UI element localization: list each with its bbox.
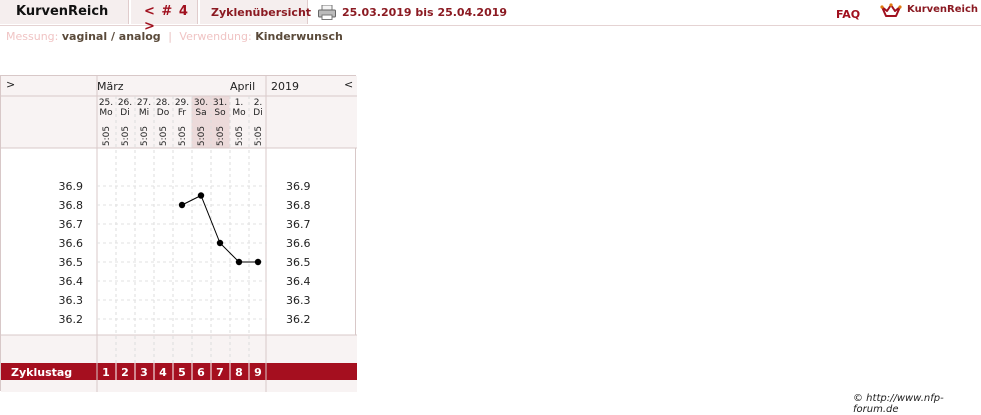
date-time: 5:05: [216, 126, 226, 146]
usage-label: Verwendung:: [179, 30, 252, 43]
separator: |: [168, 30, 172, 43]
lower-band-bg: [1, 335, 357, 363]
chart-nav-prev[interactable]: >: [6, 78, 15, 91]
y-axis: 36.9 36.9 36.8 36.8 36.7 36.7 36.6 36.6 36.5 36.5…: [59, 180, 311, 326]
y-tick-left: 36.8: [59, 199, 84, 212]
y-tick-right: 36.6: [286, 237, 311, 250]
date-day: 26.: [118, 98, 132, 108]
cycle-overview-label: Zyklenübersicht: [211, 6, 312, 19]
date-weekday: Sa: [195, 108, 206, 118]
month-label-maerz: März: [97, 80, 124, 93]
date-time: 5:05: [254, 126, 264, 146]
y-tick-right: 36.7: [286, 218, 311, 231]
y-tick-left: 36.9: [59, 180, 84, 193]
y-tick-left: 36.3: [59, 294, 84, 307]
measurement-label: Messung:: [6, 30, 59, 43]
logo-text[interactable]: KurvenReich: [907, 4, 978, 15]
cycle-day-number: 9: [254, 366, 262, 379]
chart-nav-next[interactable]: <: [344, 78, 353, 91]
y-tick-right: 36.3: [286, 294, 311, 307]
footer-band-bg: [1, 380, 357, 392]
date-day: 25.: [99, 98, 113, 108]
cycle-day-number: 4: [159, 366, 167, 379]
date-weekday: Mo: [99, 108, 113, 118]
cycle-day-number: 7: [216, 366, 224, 379]
temperature-point: [216, 239, 224, 247]
date-weekday: Mi: [139, 108, 149, 118]
y-tick-right: 36.4: [286, 275, 311, 288]
cycle-day-number: 5: [178, 366, 186, 379]
cycle-day-number: 8: [235, 366, 243, 379]
year-label: 2019: [271, 80, 299, 93]
temperature-point: [178, 201, 186, 209]
header-bg: [1, 76, 357, 96]
y-tick-left: 36.6: [59, 237, 84, 250]
date-time: 5:05: [159, 126, 169, 146]
y-tick-left: 36.4: [59, 275, 84, 288]
date-day: 1.: [235, 98, 244, 108]
y-tick-right: 36.2: [286, 313, 311, 326]
date-weekday: Mo: [232, 108, 246, 118]
date-weekday: So: [214, 108, 226, 118]
temperature-point: [235, 258, 243, 266]
y-tick-right: 36.9: [286, 180, 311, 193]
cycle-day-number: 3: [140, 366, 148, 379]
copyright: © http://www.nfp-forum.de: [853, 393, 944, 415]
cycle-day-number: 1: [102, 366, 110, 379]
y-tick-right: 36.5: [286, 256, 311, 269]
date-time: 5:05: [235, 126, 245, 146]
printer-icon[interactable]: [318, 5, 336, 20]
date-day: 28.: [156, 98, 170, 108]
temperature-point: [254, 258, 262, 266]
y-tick-right: 36.8: [286, 199, 311, 212]
brand-label: KurvenReich: [16, 4, 109, 19]
date-time: 5:05: [140, 126, 150, 146]
usage-value: Kinderwunsch: [255, 30, 343, 43]
faq-link[interactable]: FAQ: [836, 8, 860, 21]
top-bar: KurvenReich < # 4 > Zyklenübersicht 25.0…: [0, 0, 981, 34]
date-day: 31.: [213, 98, 227, 108]
date-day: 30.: [194, 98, 208, 108]
date-weekday: Di: [253, 108, 262, 118]
cycle-day-number: 2: [121, 366, 129, 379]
cycle-day-number: 6: [197, 366, 205, 379]
crown-icon[interactable]: [880, 3, 902, 19]
cycle-navigator[interactable]: < # 4 >: [131, 0, 198, 34]
date-time: 5:05: [102, 126, 112, 146]
y-tick-left: 36.2: [59, 313, 84, 326]
date-time: 5:05: [121, 126, 131, 146]
info-line: Messung: vaginal / analog | Verwendung: …: [6, 30, 343, 43]
date-weekday: Di: [120, 108, 129, 118]
cycle-overview-link[interactable]: Zyklenübersicht: [200, 0, 312, 24]
brand-title[interactable]: KurvenReich: [0, 0, 129, 24]
chart-background: [1, 76, 357, 392]
temperature-point: [197, 192, 205, 199]
temperature-chart: > März April 2019 < 25. Mo 5:05 26. Di 5:05 27…: [0, 75, 357, 392]
measurement-value: vaginal / analog: [61, 30, 161, 43]
month-label-april: April: [230, 80, 255, 93]
y-tick-left: 36.7: [59, 218, 84, 231]
date-day: 2.: [254, 98, 263, 108]
y-tick-left: 36.5: [59, 256, 84, 269]
date-range: 25.03.2019 bis 25.04.2019: [342, 6, 508, 19]
date-time: 5:05: [197, 126, 207, 146]
date-weekday: Do: [157, 108, 170, 118]
date-day: 29.: [175, 98, 189, 108]
date-weekday: Fr: [178, 108, 187, 118]
cycle-day-label: Zyklustag: [11, 366, 72, 379]
date-time: 5:05: [178, 126, 188, 146]
date-day: 27.: [137, 98, 151, 108]
chart-canvas: > März April 2019 < 25.Mo5:0526.Di5:0527…: [1, 76, 357, 392]
